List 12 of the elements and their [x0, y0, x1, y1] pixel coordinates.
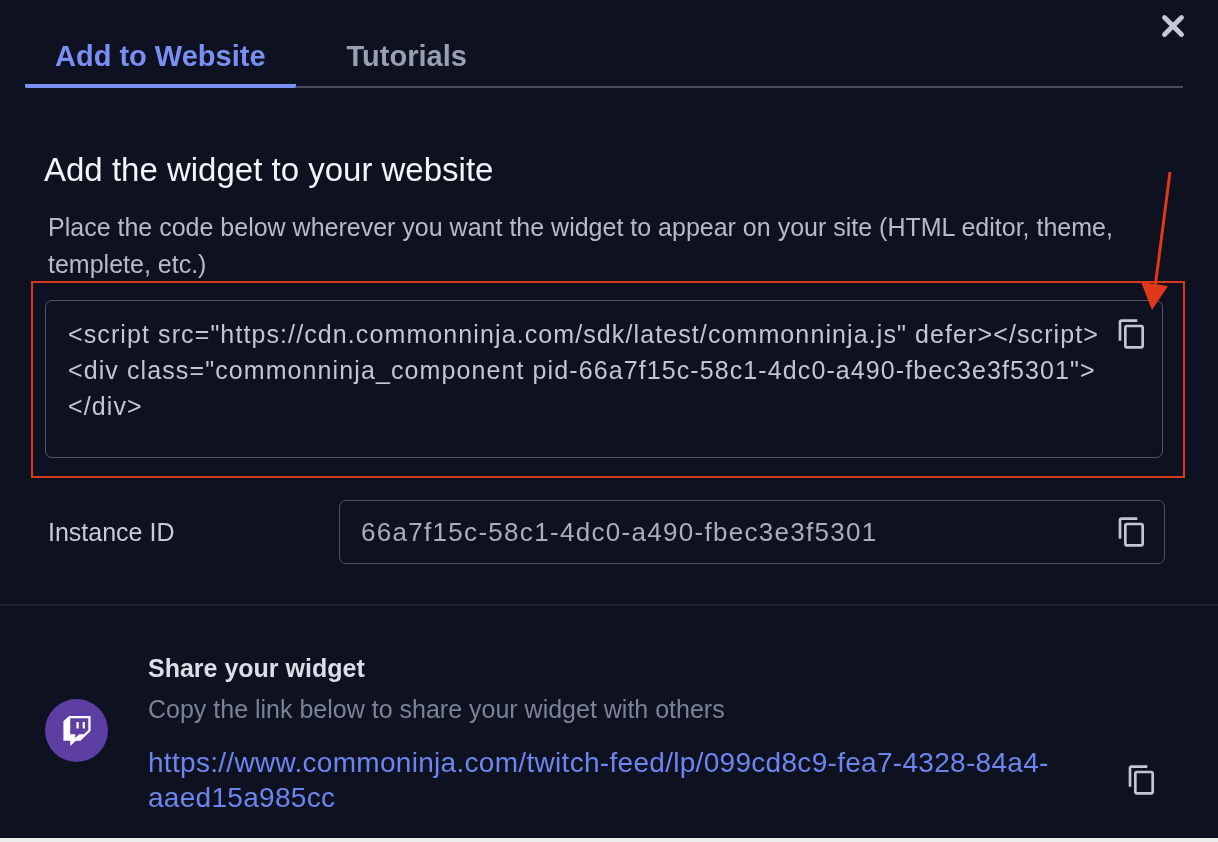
code-field[interactable]: <script src="https://cdn.commonninja.com/sdk/latest/commonninja.js" defer></script> <div class="commonninja_component pid-66a7f15c-58c1-4dc0-a490-fbec3e3f5301"> </div>: [45, 300, 1163, 458]
instance-id-field[interactable]: 66a7f15c-58c1-4dc0-a490-fbec3e3f5301: [339, 500, 1165, 564]
field-label: Instance ID: [47, 517, 176, 547]
tab[interactable]: Add to Website: [25, 28, 296, 88]
share-title: Share your widget: [148, 653, 366, 684]
tab[interactable]: Tutorials: [316, 28, 497, 88]
embed-code-text: <script src="https://cdn.commonninja.com/sdk/latest/commonninja.js" defer></script> <div class="commonninja_component pid-66a7f15c-58c1-4dc0-a490-fbec3e3f5301"> </div>: [68, 319, 1099, 422]
section-heading: Add the widget to your website: [44, 150, 495, 190]
instance-id-value: 66a7f15c-58c1-4dc0-a490-fbec3e3f5301: [361, 516, 878, 548]
share-subtitle: Copy the link below to share your widget with others: [148, 694, 726, 725]
share-link[interactable]: https://www.commoninja.com/twitch-feed/lp/099cd8c9-fea7-4328-84a4-aaed15a985cc: [148, 745, 1078, 815]
instruction-text: Place the code below wherever you want the widget to appear on your site (HTML editor, theme, templete, etc.): [48, 212, 1114, 280]
